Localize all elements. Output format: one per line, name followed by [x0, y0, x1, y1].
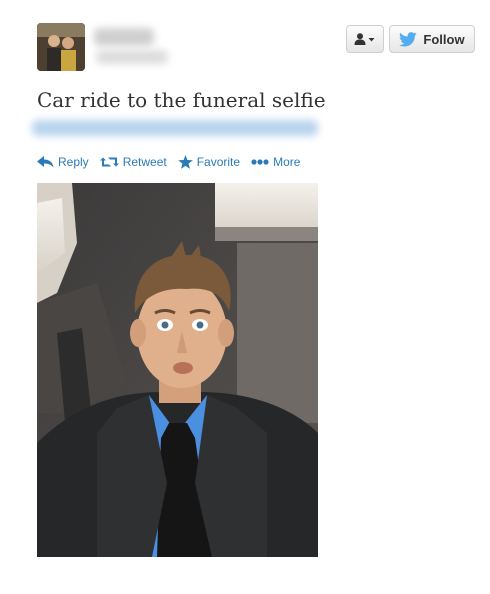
- star-icon: [177, 155, 193, 169]
- user-icon: [354, 33, 375, 45]
- follow-button[interactable]: Follow: [389, 25, 475, 53]
- twitter-bird-icon: [399, 31, 418, 47]
- selfie-image: [37, 183, 318, 557]
- favorite-button[interactable]: Favorite: [177, 155, 241, 169]
- retweet-button[interactable]: Retweet: [99, 155, 167, 169]
- more-button[interactable]: More: [251, 155, 300, 169]
- tweet-photo[interactable]: [37, 183, 318, 557]
- tweet-text: Car ride to the funeral selfie: [37, 88, 326, 112]
- retweet-icon: [99, 157, 119, 167]
- user-actions-dropdown[interactable]: [346, 25, 384, 53]
- reply-label: Reply: [58, 155, 89, 169]
- retweet-label: Retweet: [122, 155, 167, 169]
- blurred-display-name: [94, 28, 154, 46]
- follow-label: Follow: [423, 31, 465, 47]
- avatar[interactable]: [37, 23, 85, 71]
- blurred-link[interactable]: [32, 120, 318, 136]
- blurred-username: [96, 50, 168, 64]
- caret-down-icon: [368, 38, 375, 42]
- tweet-actions: Reply Retweet Favorite More: [37, 155, 311, 169]
- favorite-label: Favorite: [196, 155, 241, 169]
- more-label: More: [273, 155, 301, 169]
- reply-icon: [37, 156, 54, 168]
- more-dots-icon: [251, 159, 269, 165]
- avatar-image: [37, 23, 85, 71]
- reply-button[interactable]: Reply: [37, 155, 89, 169]
